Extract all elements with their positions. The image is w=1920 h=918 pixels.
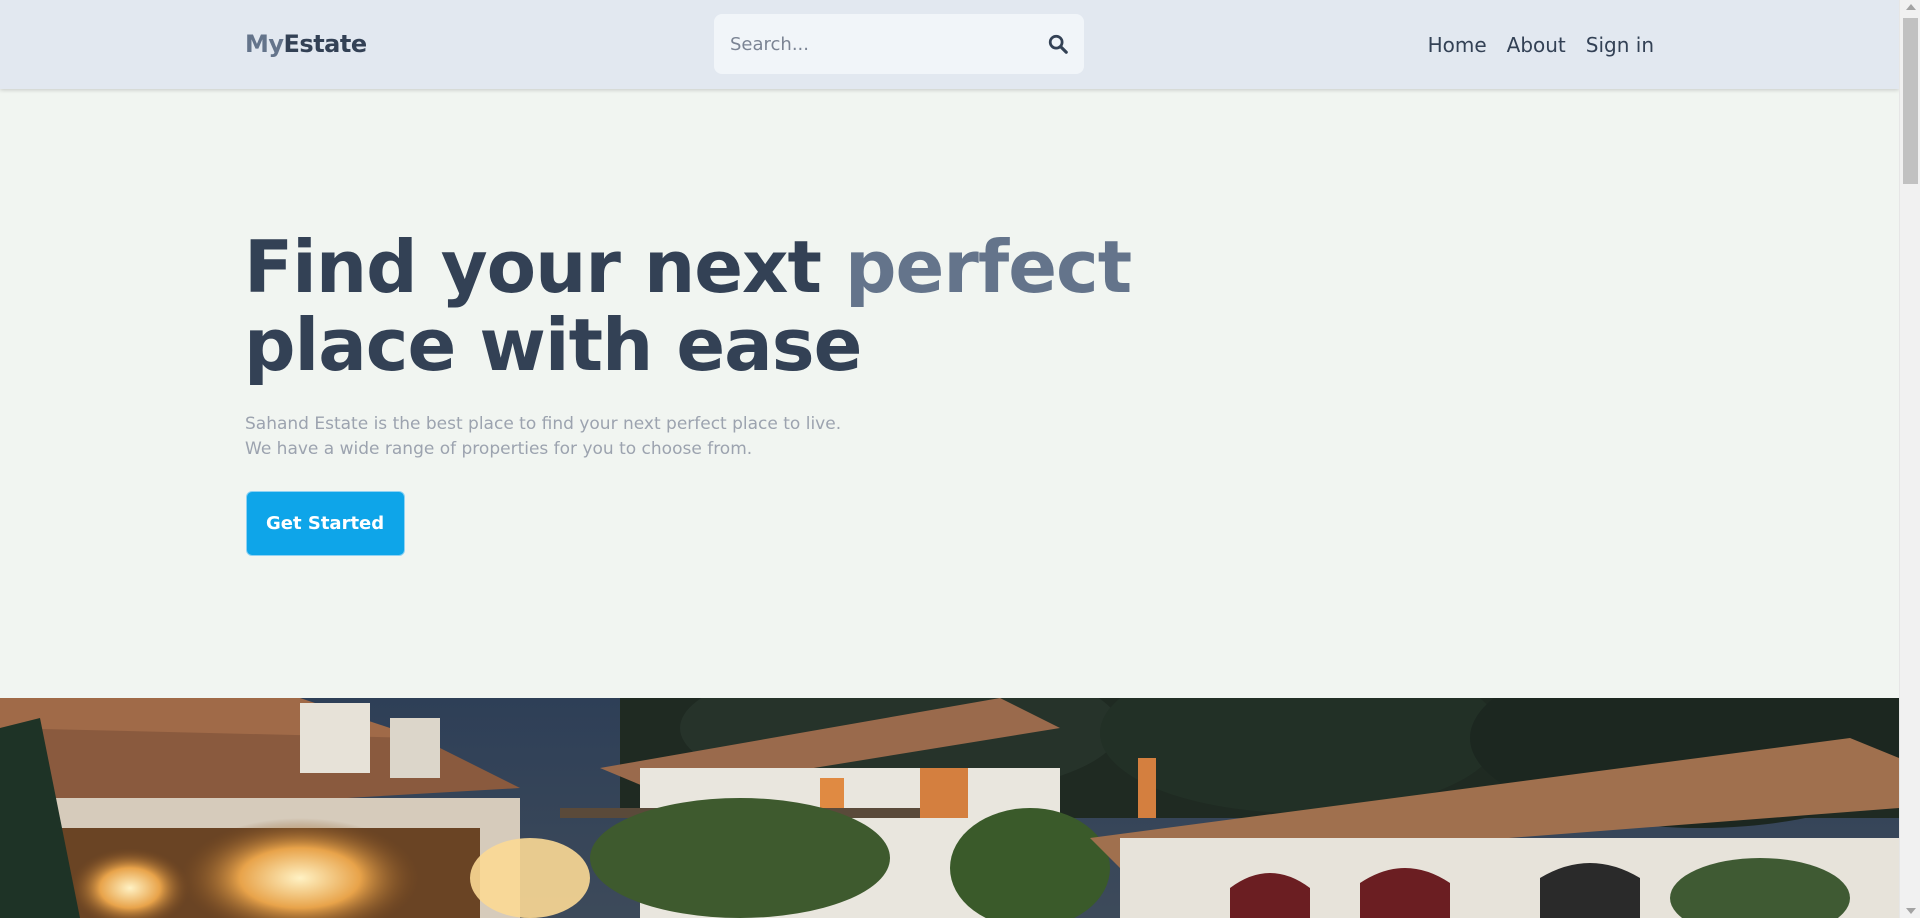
search-input[interactable] xyxy=(714,14,1034,74)
hero-subtitle-line2: We have a wide range of properties for y… xyxy=(245,439,753,459)
nav-sign-in[interactable]: Sign in xyxy=(1586,33,1654,57)
search-form xyxy=(714,14,1084,74)
hero-subtitle-line1: Sahand Estate is the best place to find … xyxy=(245,414,842,434)
search-icon xyxy=(1048,34,1068,54)
page: MyEstate Home About Sign in Find your ne… xyxy=(0,0,1899,918)
get-started-button[interactable]: Get Started xyxy=(246,491,405,556)
logo[interactable]: MyEstate xyxy=(245,30,367,58)
top-header: MyEstate Home About Sign in xyxy=(0,0,1899,89)
scroll-thumb[interactable] xyxy=(1903,18,1918,184)
nav-home[interactable]: Home xyxy=(1428,33,1487,57)
hero-photo xyxy=(0,698,1899,918)
scroll-up-arrow-icon[interactable] xyxy=(1906,4,1916,10)
logo-part-estate: Estate xyxy=(283,30,368,58)
search-button[interactable] xyxy=(1046,32,1070,56)
main-nav: Home About Sign in xyxy=(1428,33,1654,57)
logo-part-my: My xyxy=(245,30,284,58)
scroll-down-arrow-icon[interactable] xyxy=(1906,908,1916,914)
hero-title-part1: Find your next xyxy=(244,225,845,309)
nav-about[interactable]: About xyxy=(1507,33,1566,57)
hero-title-accent: perfect xyxy=(844,225,1132,309)
vertical-scrollbar[interactable] xyxy=(1899,0,1920,918)
hero-title: Find your next perfect place with ease xyxy=(244,228,1144,384)
hero-subtitle: Sahand Estate is the best place to find … xyxy=(245,412,945,462)
hero-title-part2: place with ease xyxy=(244,303,862,387)
